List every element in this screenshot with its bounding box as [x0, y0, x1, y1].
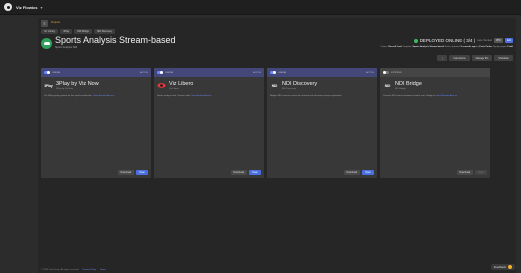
shutdown-button[interactable]: Shutdown	[494, 55, 513, 61]
app-logo-icon[interactable]	[4, 3, 12, 11]
tag[interactable]: NDI Discovery	[93, 29, 116, 34]
vpc-button[interactable]: VPC	[493, 38, 503, 43]
open-button[interactable]: Open	[249, 170, 261, 175]
card-state: ACTIVE	[253, 71, 261, 74]
app-sub: NDI Discovery	[282, 88, 296, 90]
download-button[interactable]: Download	[117, 170, 135, 175]
app-description: Bridges NDI sources across the network w…	[270, 95, 374, 98]
main-content: ≡ Projects Viz Library 3Play NDI Bridge …	[38, 18, 516, 273]
card-state: ACTIVE	[140, 71, 148, 74]
app-sub: 3Play by Viz Now	[56, 88, 73, 90]
app-name: 3Play by Viz Now	[56, 81, 99, 87]
status-dot-icon	[413, 38, 418, 43]
status-meta: Last checked	[477, 39, 492, 42]
app-desc-text: Sports analysis tool. Connect with	[157, 95, 190, 97]
toggle-switch[interactable]	[383, 71, 389, 74]
card-status: ONLINE	[52, 71, 61, 74]
tag-list: Viz Library 3Play NDI Bridge NDI Discove…	[41, 29, 116, 34]
download-button[interactable]: Download	[343, 170, 361, 175]
download-button[interactable]: Download	[456, 170, 474, 175]
by-value: Peter Parker	[479, 46, 493, 48]
remote-access-link[interactable]: Open Remote Access	[93, 95, 114, 97]
region-value: Frnkf	[507, 46, 513, 48]
card-status: ONLINE	[165, 71, 174, 74]
remote-access-link[interactable]: Open Remote Access	[436, 95, 457, 97]
edit-button[interactable]: Edit	[504, 38, 513, 43]
app-card: ONLINE ACTIVE NDI NDI Discovery NDI Disc…	[267, 68, 377, 178]
tag[interactable]: 3Play	[60, 29, 73, 34]
more-button[interactable]: ⋮	[436, 55, 448, 61]
feedback-button[interactable]: Feedback	[490, 264, 515, 270]
card-state: ACTIVE	[366, 71, 374, 74]
app-description: Viz 3Play replay system for live sports …	[44, 95, 148, 98]
chevron-down-icon[interactable]: ▾	[41, 5, 43, 10]
card-status: ONLINE	[278, 71, 287, 74]
open-button[interactable]: Open	[475, 170, 487, 175]
copyright: © 2023 Vizrt Group. All rights reserved.	[41, 269, 79, 271]
card-header: ONLINE ACTIVE	[154, 68, 264, 77]
app-card: STOPPED NDI NDI Bridge NDI Bridge Connec…	[380, 68, 490, 178]
ndi-logo-icon: NDI	[384, 83, 391, 88]
terms-link[interactable]: Terms	[100, 269, 106, 271]
app-card: ONLINE ACTIVE Viz Libero Viz Libero Spor…	[154, 68, 264, 178]
card-header: STOPPED	[380, 68, 490, 77]
top-bar: Viz Flowics ▾	[0, 0, 521, 15]
app-name: NDI Discovery	[282, 81, 318, 87]
feedback-label: Feedback	[493, 265, 506, 269]
card-status: STOPPED	[391, 71, 402, 74]
open-button[interactable]: Open	[136, 170, 148, 175]
privacy-link[interactable]: Privacy Policy	[83, 269, 97, 271]
region-label: Deploy region:	[492, 46, 507, 48]
template-value: Sports Analysis Stream-based	[412, 46, 445, 48]
ndi-logo-icon: NDI	[271, 83, 278, 88]
owner-label: Owner:	[380, 46, 388, 48]
status-text: DEPLOYED ONLINE ( 3/4 )	[419, 38, 476, 43]
owner-value: Russell Lock	[388, 46, 402, 48]
status-updated-label: Status updated:	[444, 46, 460, 48]
download-button[interactable]: Download	[230, 170, 248, 175]
eye-icon	[157, 81, 166, 90]
remote-access-link[interactable]: Open Remote Access	[190, 95, 211, 97]
eye-icon-svg	[157, 83, 166, 88]
card-header: ONLINE ACTIVE	[41, 68, 151, 77]
project-actions: ⋮ Instructions Manage IPs Shutdown	[436, 55, 513, 61]
breadcrumb[interactable]: Projects	[51, 21, 60, 24]
toggle-switch[interactable]	[270, 71, 276, 74]
brand-name: Viz Flowics	[16, 4, 38, 10]
status-updated-value: 9 seconds ago	[460, 46, 476, 48]
template-label: Template:	[402, 46, 412, 48]
tag[interactable]: NDI Bridge	[74, 29, 92, 34]
app-card: ONLINE ACTIVE 3Play 3Play by Viz Now 3Pl…	[41, 68, 151, 178]
toggle-switch[interactable]	[44, 71, 50, 74]
app-desc-text: Bridges NDI sources across the network w…	[270, 95, 343, 97]
toggle-switch[interactable]	[157, 71, 163, 74]
project-meta: Owner: Russell Lock Template: Sports Ana…	[381, 46, 513, 48]
app-name: Viz Libero	[169, 81, 194, 87]
app-description: Sports analysis tool. Connect with Open …	[157, 95, 261, 98]
app-desc-text: Viz 3Play replay system for live sports …	[44, 95, 93, 97]
tag[interactable]: Viz Library	[41, 29, 59, 34]
card-header: ONLINE ACTIVE	[267, 68, 377, 77]
open-button[interactable]: Open	[362, 170, 374, 175]
app-description: Connect NDI sources between remote sites…	[383, 95, 487, 98]
app-sub: Viz Libero	[169, 88, 179, 90]
help-icon	[508, 265, 512, 269]
instructions-button[interactable]: Instructions	[449, 55, 470, 61]
deploy-status: DEPLOYED ONLINE ( 3/4 ) Last checked VPC…	[413, 38, 513, 43]
page-subtitle: Sports Analysis NDI	[55, 46, 78, 49]
manage-ips-button[interactable]: Manage IPs	[471, 55, 493, 61]
3play-logo-icon: 3Play	[44, 83, 53, 88]
page-title: Sports Analysis Stream-based	[55, 35, 176, 45]
app-sub: NDI Bridge	[395, 88, 406, 90]
app-desc-text: Connect NDI sources between remote sites…	[383, 95, 436, 97]
cloud-icon	[41, 38, 52, 49]
menu-button[interactable]: ≡	[41, 20, 48, 27]
app-name: NDI Bridge	[395, 81, 422, 87]
footer: © 2023 Vizrt Group. All rights reserved.…	[41, 269, 106, 271]
